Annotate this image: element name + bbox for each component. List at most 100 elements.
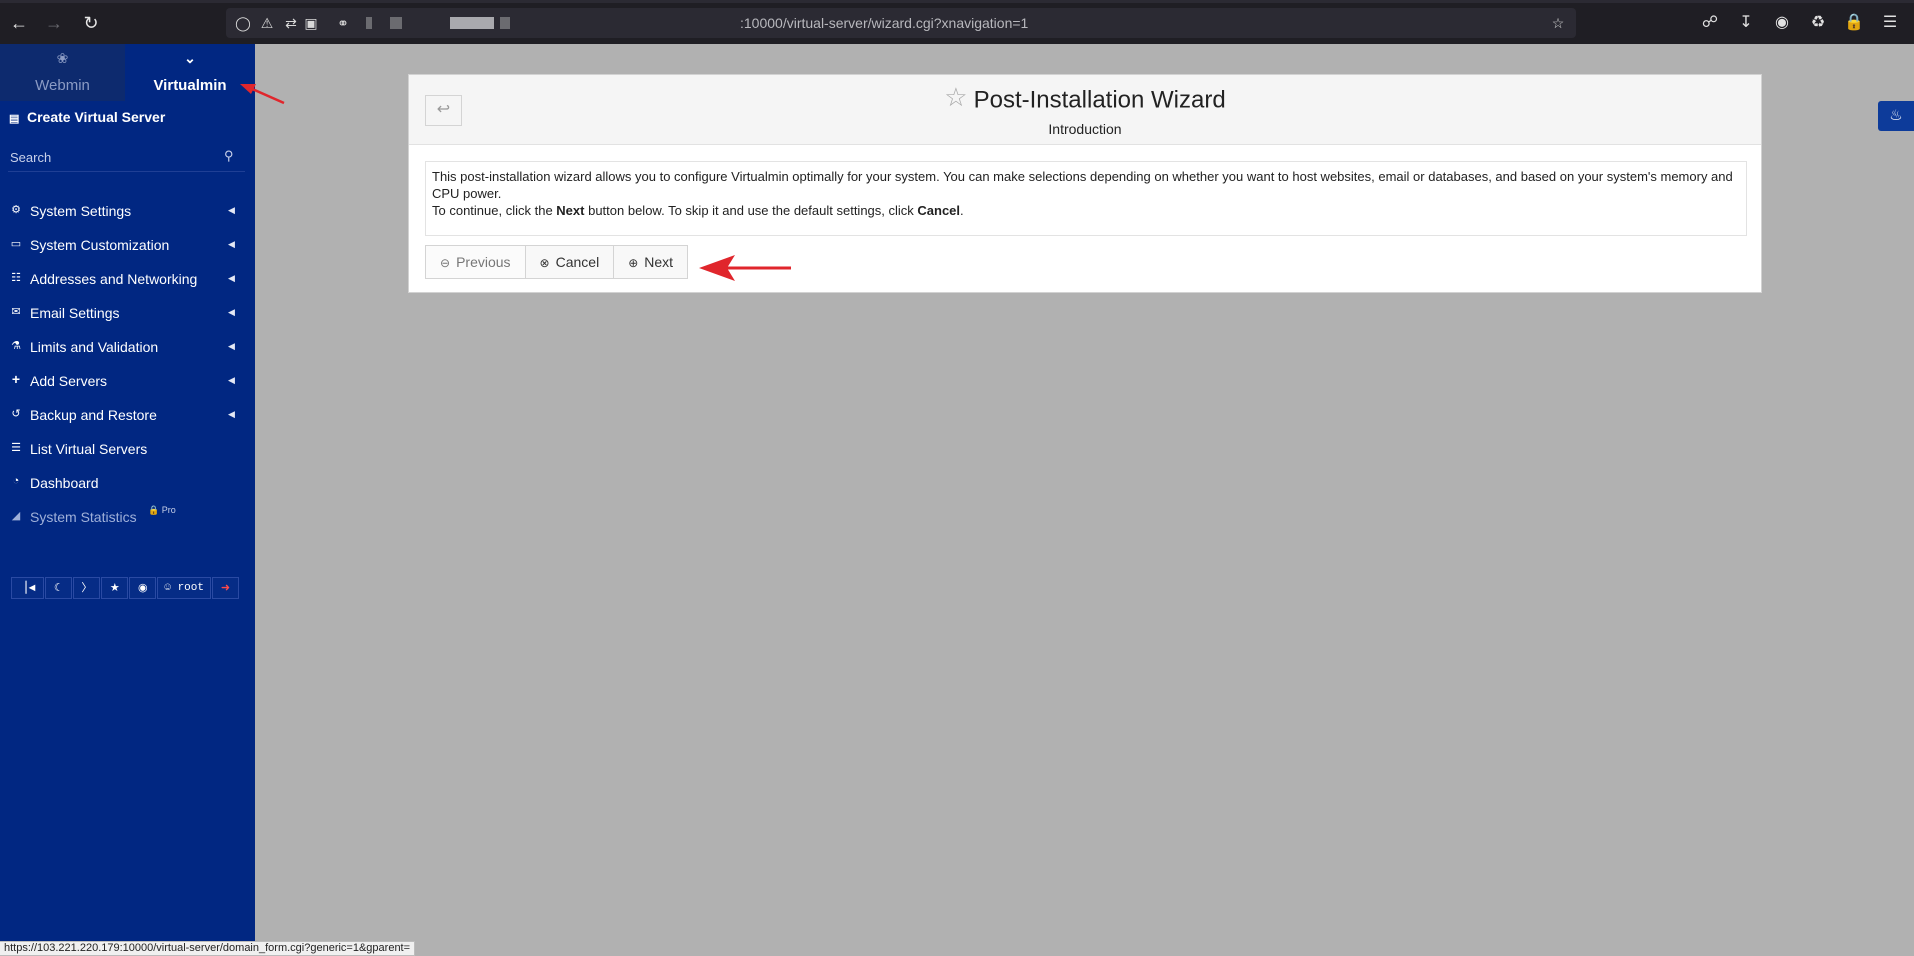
permissions-icon[interactable]: ⇄ — [282, 14, 300, 32]
network-icon: ☷ — [11, 272, 21, 284]
redacted-host — [450, 17, 494, 29]
user-root-button[interactable]: ☺ root — [157, 577, 211, 599]
list-icon: ☰ — [11, 442, 21, 454]
sidebar-item-limits-validation[interactable]: ⚗ Limits and Validation ◀ — [0, 332, 255, 362]
intro-text-box: This post-installation wizard allows you… — [425, 161, 1747, 236]
caret-left-icon: ◀ — [228, 307, 235, 317]
screen-share-blocked-icon[interactable]: ▣ — [302, 14, 320, 32]
back-icon[interactable]: ← — [8, 12, 30, 34]
favorites-star-icon[interactable]: ★ — [101, 577, 129, 599]
sidebar-item-system-statistics[interactable]: ◢ System Statistics 🔒 Pro — [0, 502, 255, 532]
sidebar-item-add-servers[interactable]: + Add Servers ◀ — [0, 366, 255, 396]
sidebar-tabs: ❀ Webmin ⌄ Virtualmin — [0, 44, 255, 101]
intro-paragraph: This post-installation wizard allows you… — [432, 169, 1733, 201]
sidebar-item-label: Email Settings — [30, 305, 120, 321]
caret-left-icon: ◀ — [228, 205, 235, 215]
user-name: root — [177, 582, 204, 594]
sidebar-item-email-settings[interactable]: ✉ Email Settings ◀ — [0, 298, 255, 328]
next-button[interactable]: ⊕ Next — [613, 245, 689, 279]
flask-icon: ⚗ — [11, 340, 21, 352]
sidebar-item-label: List Virtual Servers — [30, 441, 148, 457]
sidebar-item-backup-restore[interactable]: ↺ Backup and Restore ◀ — [0, 400, 255, 430]
search-underline — [8, 171, 245, 172]
status-bar-link: https://103.221.220.179:10000/virtual-se… — [0, 941, 416, 956]
sidebar-item-label: System Customization — [30, 237, 170, 253]
chart-icon: ◢ — [11, 510, 21, 522]
toggle-frame-icon[interactable]: ▕◄ — [11, 577, 45, 599]
redacted-host — [500, 17, 510, 29]
server-plus-icon: ▤ — [9, 113, 20, 125]
browser-toolbar: ← → ↻ ◯ ⚠ ⇄ ▣ ⚭ :10000/virtual-server/wi… — [0, 0, 1914, 44]
sidebar-item-label: System Statistics — [30, 509, 137, 525]
sidebar-item-system-customization[interactable]: ▭ System Customization ◀ — [0, 230, 255, 260]
url-text[interactable]: :10000/virtual-server/wizard.cgi?xnaviga… — [740, 15, 1028, 31]
intro-text: To continue, click the — [432, 203, 557, 218]
wizard-panel: ↩ ☆ Post-Installation Wizard Introduction… — [408, 74, 1762, 293]
sidebar-item-system-settings[interactable]: ⚙ System Settings ◀ — [0, 196, 255, 226]
plus-icon: + — [11, 371, 21, 387]
night-mode-icon[interactable]: ☾ — [45, 577, 73, 599]
page-subtitle: Introduction — [1048, 121, 1122, 137]
sidebar-item-label: System Settings — [30, 203, 132, 219]
sidebar-item-list-virtual-servers[interactable]: ☰ List Virtual Servers — [0, 434, 255, 464]
intro-text: . — [960, 203, 964, 218]
url-bar[interactable]: ◯ ⚠ ⇄ ▣ ⚭ :10000/virtual-server/wizard.c… — [226, 8, 1576, 38]
intro-next-emphasis: Next — [556, 203, 585, 218]
intro-text: button below. To skip it and use the def… — [584, 203, 918, 218]
sidebar-item-dashboard[interactable]: ◔ Dashboard — [0, 468, 255, 498]
notifications-bell-icon[interactable]: ♨ — [1878, 101, 1914, 131]
previous-button[interactable]: ⊖ Previous — [425, 245, 526, 279]
create-virtual-server-link[interactable]: ▤ Create Virtual Server — [9, 109, 165, 125]
cancel-circle-icon: ⊗ — [539, 256, 550, 270]
redacted-host — [390, 17, 402, 29]
sidebar-search: ⚲ — [0, 144, 255, 172]
search-icon[interactable]: ⚲ — [224, 148, 234, 164]
account-icon[interactable]: ◉ — [1771, 12, 1793, 34]
caret-left-icon: ◀ — [228, 409, 235, 419]
next-label: Next — [644, 254, 674, 270]
shield-icon[interactable]: ◯ — [234, 14, 252, 32]
caret-left-icon: ◀ — [228, 239, 235, 249]
history-icon: ↺ — [11, 408, 21, 420]
search-input[interactable] — [10, 147, 220, 167]
user-icon: ☺ — [164, 582, 171, 594]
sidebar-item-label: Limits and Validation — [30, 339, 159, 355]
gauge-icon: ◔ — [12, 475, 20, 487]
tab-virtualmin[interactable]: ⌄ Virtualmin — [125, 44, 255, 101]
annotation-arrow-next — [699, 255, 791, 281]
tab-webmin-label: Webmin — [35, 77, 90, 94]
key-icon[interactable]: ⚭ — [334, 14, 352, 32]
logout-icon[interactable]: ➜ — [211, 577, 239, 599]
redacted-host — [366, 17, 372, 29]
terminal-icon[interactable]: 〉 — [73, 577, 101, 599]
panel-header: ↩ ☆ Post-Installation Wizard Introduction — [409, 75, 1761, 145]
lock-icon[interactable]: 🔒 — [1843, 12, 1865, 34]
pocket-icon[interactable]: ☍ — [1699, 12, 1721, 34]
bookmark-star-icon[interactable]: ☆ — [1549, 14, 1567, 32]
previous-label: Previous — [456, 254, 511, 270]
download-icon[interactable]: ↧ — [1735, 12, 1757, 34]
extensions-icon[interactable]: ♻ — [1807, 12, 1829, 34]
annotation-arrow-virtualmin — [240, 84, 285, 105]
cancel-button[interactable]: ⊗ Cancel — [524, 245, 615, 279]
caret-left-icon: ◀ — [228, 341, 235, 351]
tab-webmin[interactable]: ❀ Webmin — [0, 44, 125, 101]
arrow-circle-left-icon: ⊖ — [440, 256, 451, 270]
caret-left-icon: ◀ — [228, 273, 235, 283]
intro-cancel-emphasis: Cancel — [917, 203, 961, 218]
title-wrap: ☆ Post-Installation Wizard — [409, 82, 1761, 116]
forward-icon[interactable]: → — [43, 12, 65, 34]
reload-icon[interactable]: ↻ — [80, 12, 102, 34]
laptop-icon: ▭ — [10, 238, 22, 250]
chevron-down-icon: ⌄ — [184, 50, 196, 66]
sidebar-item-addresses-networking[interactable]: ☷ Addresses and Networking ◀ — [0, 264, 255, 294]
create-virtual-server-label: Create Virtual Server — [27, 109, 166, 125]
menu-icon[interactable]: ☰ — [1879, 12, 1901, 34]
sidebar: ❀ Webmin ⌄ Virtualmin ▤ Create Virtual Se… — [0, 44, 255, 956]
envelope-icon: ✉ — [11, 306, 21, 318]
palette-icon[interactable]: ◉ — [129, 577, 157, 599]
caret-left-icon: ◀ — [228, 375, 235, 385]
lock-warning-icon[interactable]: ⚠ — [258, 14, 276, 32]
lock-icon: 🔒 — [148, 505, 160, 515]
favorite-star-icon[interactable]: ☆ — [944, 82, 967, 113]
